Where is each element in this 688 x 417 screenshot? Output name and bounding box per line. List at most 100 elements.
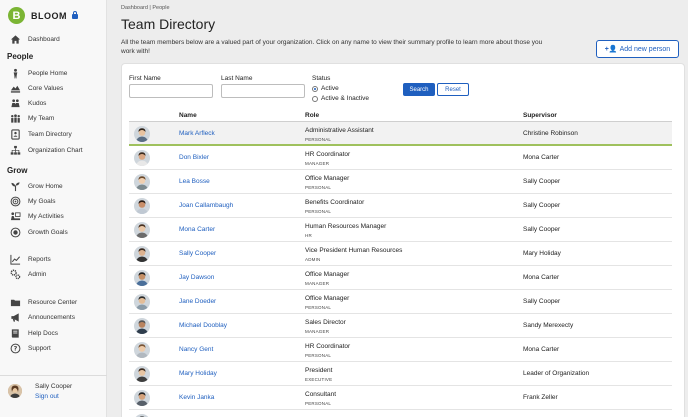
person-name-link[interactable]: Don Bixler xyxy=(179,154,209,161)
book-icon xyxy=(10,328,21,339)
table-row[interactable]: Kevin Janka Consultant PERSONAL Frank Zelle… xyxy=(129,386,672,410)
person-role: Administrative Assistant xyxy=(305,127,374,134)
radio-unchecked-icon xyxy=(312,95,318,102)
table-row[interactable]: Jane Doeder Office Manager PERSONAL Sally C… xyxy=(129,290,672,314)
person-supervisor: Mona Carter xyxy=(523,346,560,353)
sprout-icon xyxy=(10,181,21,192)
reports-icon xyxy=(10,254,21,265)
sidebar-item-dashboard[interactable]: Dashboard xyxy=(10,33,60,45)
table-row[interactable]: Jay Dawson Office Manager MANAGER Mona Cart… xyxy=(129,266,672,290)
column-header-supervisor[interactable]: Supervisor xyxy=(523,112,557,119)
first-name-input[interactable] xyxy=(129,84,213,98)
avatar[interactable] xyxy=(134,198,150,214)
person-name-link[interactable]: Mary Holiday xyxy=(179,370,217,377)
avatar[interactable] xyxy=(134,126,150,142)
reset-button[interactable]: Reset xyxy=(437,83,469,96)
person-name-link[interactable]: Nancy Gent xyxy=(179,346,213,353)
person-name-link[interactable]: Sally Cooper xyxy=(179,250,216,257)
sign-out-link[interactable]: Sign out xyxy=(35,393,59,400)
table-row[interactable]: Mona Carter Human Resources Manager HR Sall… xyxy=(129,218,672,242)
last-name-input[interactable] xyxy=(221,84,305,98)
column-header-name[interactable]: Name xyxy=(179,112,197,119)
sidebar-item-my-team[interactable]: My Team xyxy=(10,112,54,124)
avatar[interactable] xyxy=(134,342,150,358)
table-row[interactable]: Michael Dooblay Sales Director MANAGER Sand… xyxy=(129,314,672,338)
table-row[interactable]: Lea Bosse Office Manager PERSONAL Sally Coo… xyxy=(129,170,672,194)
person-access-level: EXECUTIVE xyxy=(305,377,333,382)
sidebar-item-my-goals[interactable]: My Goals xyxy=(10,195,55,207)
avatar[interactable] xyxy=(134,174,150,190)
sidebar-item-label: Team Directory xyxy=(28,130,72,138)
table-row[interactable]: Joan Callambaugh Benefits Coordinator PERS… xyxy=(129,194,672,218)
avatar[interactable] xyxy=(134,294,150,310)
avatar[interactable] xyxy=(134,390,150,406)
gears-icon xyxy=(10,269,21,280)
person-name-link[interactable]: Jane Doeder xyxy=(179,298,216,305)
sidebar-item-label: Reports xyxy=(28,255,51,263)
person-access-level: MANAGER xyxy=(305,161,330,166)
avatar[interactable] xyxy=(134,318,150,334)
person-role: HR Coordinator xyxy=(305,151,351,158)
avatar[interactable] xyxy=(134,246,150,262)
column-header-role[interactable]: Role xyxy=(305,112,319,119)
status-radio-active[interactable]: Active xyxy=(312,85,339,92)
avatar[interactable] xyxy=(134,366,150,382)
person-access-level: PERSONAL xyxy=(305,137,332,142)
table-row[interactable]: Sally Cooper Vice President Human Resourc… xyxy=(129,242,672,266)
sidebar-item-people-home[interactable]: People Home xyxy=(10,67,67,79)
add-person-button[interactable]: +👤 Add new person xyxy=(596,40,679,58)
user-name: Sally Cooper xyxy=(35,383,73,390)
sidebar-item-support[interactable]: ? Support xyxy=(10,342,51,354)
person-name-link[interactable]: Joan Callambaugh xyxy=(179,202,233,209)
table-row[interactable]: Nancy Gent HR Coordinator PERSONAL Mona Car… xyxy=(129,338,672,362)
section-heading-people: People xyxy=(7,52,34,61)
table-row[interactable]: Don Bixler HR Coordinator MANAGER Mona Cart… xyxy=(129,146,672,170)
table-row[interactable]: Mark Arfleck Administrative Assistant PERS… xyxy=(129,122,672,146)
add-person-icon: +👤 xyxy=(604,46,618,53)
person-name-link[interactable]: Lea Bosse xyxy=(179,178,210,185)
sidebar-item-help-docs[interactable]: Help Docs xyxy=(10,327,58,339)
home-icon xyxy=(10,34,21,45)
person-supervisor: Christine Robinson xyxy=(523,130,578,137)
sidebar-item-label: Resource Center xyxy=(28,298,78,306)
person-supervisor: Sandy Merexecty xyxy=(523,322,574,329)
sidebar-item-announcements[interactable]: Announcements xyxy=(10,311,75,323)
sidebar-item-grow-home[interactable]: Grow Home xyxy=(10,180,63,192)
sidebar-item-team-directory[interactable]: Team Directory xyxy=(10,128,72,140)
sidebar-item-core-values[interactable]: Core Values xyxy=(10,82,63,94)
person-access-level: PERSONAL xyxy=(305,185,332,190)
person-supervisor: Mona Carter xyxy=(523,274,560,281)
person-name-link[interactable]: Mona Carter xyxy=(179,226,215,233)
sidebar-item-resource-center[interactable]: Resource Center xyxy=(10,296,77,308)
sidebar-item-reports[interactable]: Reports xyxy=(10,253,51,265)
person-name-link[interactable]: Mark Arfleck xyxy=(179,130,215,137)
directory-card: First Name Last Name Status Active Activ… xyxy=(121,63,685,417)
table-row[interactable]: Mary Holiday President EXECUTIVE Leader of … xyxy=(129,362,672,386)
person-name-link[interactable]: Jay Dawson xyxy=(179,274,214,281)
search-button[interactable]: Search xyxy=(403,83,435,96)
status-radio-active-inactive[interactable]: Active & Inactive xyxy=(312,95,369,102)
table-row[interactable] xyxy=(129,410,672,417)
first-name-label: First Name xyxy=(129,75,161,82)
person-name-link[interactable]: Kevin Janka xyxy=(179,394,214,401)
avatar[interactable] xyxy=(134,150,150,166)
avatar[interactable] xyxy=(8,384,22,398)
person-role: HR Coordinator xyxy=(305,343,351,350)
sidebar-item-admin[interactable]: Admin xyxy=(10,268,46,280)
values-icon xyxy=(10,83,21,94)
person-access-level: MANAGER xyxy=(305,281,330,286)
person-name-link[interactable]: Michael Dooblay xyxy=(179,322,227,329)
sidebar-item-kudos[interactable]: Kudos xyxy=(10,97,46,109)
person-role: Office Manager xyxy=(305,295,350,302)
person-supervisor: Frank Zeller xyxy=(523,394,558,401)
sidebar-item-organization-chart[interactable]: Organization Chart xyxy=(10,144,83,156)
avatar[interactable] xyxy=(134,270,150,286)
person-access-level: PERSONAL xyxy=(305,209,332,214)
help-icon: ? xyxy=(10,343,21,354)
sidebar-item-my-activities[interactable]: My Activities xyxy=(10,210,64,222)
avatar[interactable] xyxy=(134,222,150,238)
sidebar-item-label: Help Docs xyxy=(28,329,58,337)
user-box: Sally Cooper Sign out xyxy=(0,375,107,417)
sidebar-item-growth-goals[interactable]: Growth Goals xyxy=(10,226,68,238)
brand[interactable]: B BLOOM xyxy=(8,7,78,24)
